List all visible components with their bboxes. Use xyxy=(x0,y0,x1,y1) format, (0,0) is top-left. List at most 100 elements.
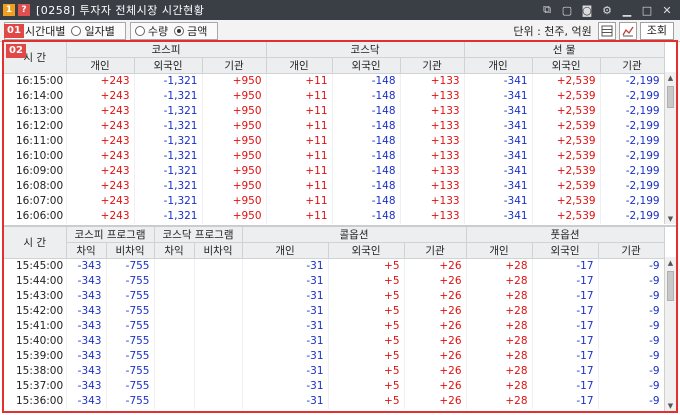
value-cell: +28 xyxy=(466,258,533,274)
kospi-header: 코스피 xyxy=(66,42,267,58)
radio-amt[interactable]: 금액 xyxy=(174,23,207,39)
table-row[interactable]: 15:39:00 -343 -755 -31 +5 +26 +28 -17 -9 xyxy=(4,348,665,364)
col-foreign: 외국인 xyxy=(134,57,203,74)
value-cell: -17 xyxy=(532,258,599,274)
table-row[interactable]: 16:09:00 +243 -1,321 +950 +11 -148 +133 -341 +2,… xyxy=(4,163,665,179)
table-row[interactable]: 15:42:00 -343 -755 -31 +5 +26 +28 -17 -9 xyxy=(4,303,665,319)
grid-view-icon[interactable] xyxy=(597,21,616,40)
close-icon[interactable]: ✕ xyxy=(660,3,674,17)
value-cell: -343 xyxy=(66,393,107,409)
table-row[interactable]: 15:45:00 -343 -755 -31 +5 +26 +28 -17 -9 xyxy=(4,258,665,274)
value-cell: +11 xyxy=(266,88,333,104)
table-row[interactable]: 16:13:00 +243 -1,321 +950 +11 -148 +133 -341 +2,… xyxy=(4,103,665,119)
value-cell: -17 xyxy=(532,348,599,364)
value-cell: -2,199 xyxy=(600,163,665,179)
table-row[interactable]: 15:36:00 -343 -755 -31 +5 +26 +28 -17 -9 xyxy=(4,393,665,409)
table-row[interactable]: 16:14:00 +243 -1,321 +950 +11 -148 +133 -341 +2,… xyxy=(4,88,665,104)
scroll-thumb[interactable] xyxy=(667,86,674,108)
value-cell: -9 xyxy=(598,273,665,289)
page-icon[interactable]: ▢ xyxy=(560,3,574,17)
table-row[interactable]: 16:07:00 +243 -1,321 +950 +11 -148 +133 -341 +2,… xyxy=(4,193,665,209)
program-options-table: 시 간 코스피 프로그램 코스닥 프로그램 콜옵션 풋옵션 차익 비차익 차익 … xyxy=(4,227,665,409)
data-frame: 02 시 간 코스피 코스닥 선 물 개인 외국인 기관 개인 외국인 기관 개… xyxy=(2,40,678,413)
value-cell: +950 xyxy=(202,163,267,179)
col-arbitrage: 차익 xyxy=(154,242,195,259)
table-row[interactable]: 15:37:00 -343 -755 -31 +5 +26 +28 -17 -9 xyxy=(4,378,665,394)
value-cell: -343 xyxy=(66,348,107,364)
value-cell: -31 xyxy=(242,333,329,349)
value-cell: -343 xyxy=(66,273,107,289)
value-cell: +950 xyxy=(202,73,267,89)
value-cell: +26 xyxy=(404,258,467,274)
time-header: 시 간 xyxy=(4,227,67,259)
top-scrollbar[interactable]: ▲ ▼ xyxy=(664,72,676,224)
table-row[interactable]: 16:06:00 +243 -1,321 +950 +11 -148 +133 -341 +2,… xyxy=(4,208,665,224)
screen-number-icon[interactable]: 1 xyxy=(3,4,15,16)
table-row[interactable]: 16:15:00 +243 -1,321 +950 +11 -148 +133 -341 +2,… xyxy=(4,73,665,89)
value-cell: -31 xyxy=(242,258,329,274)
col-individual: 개인 xyxy=(242,242,329,259)
value-cell: +133 xyxy=(400,133,465,149)
value-cell: -755 xyxy=(106,273,155,289)
value-cell: -2,199 xyxy=(600,208,665,224)
value-cell: -9 xyxy=(598,258,665,274)
scroll-up-icon[interactable]: ▲ xyxy=(665,72,676,83)
link-icon[interactable]: ⧉ xyxy=(540,3,554,17)
maximize-icon[interactable]: □ xyxy=(640,3,654,17)
camera-icon[interactable]: ◙ xyxy=(580,3,594,17)
value-cell: -2,199 xyxy=(600,178,665,194)
time-cell: 16:14:00 xyxy=(4,88,67,104)
value-cell: -755 xyxy=(106,363,155,379)
time-cell: 15:37:00 xyxy=(4,378,67,394)
value-cell: +28 xyxy=(466,363,533,379)
radio-qty[interactable]: 수량 xyxy=(134,23,168,39)
scroll-up-icon[interactable]: ▲ xyxy=(665,257,676,268)
value-cell: +5 xyxy=(328,303,405,319)
value-cell: -9 xyxy=(598,288,665,304)
value-cell: +26 xyxy=(404,363,467,379)
chart-view-icon[interactable] xyxy=(618,21,637,40)
value-cell: +133 xyxy=(400,148,465,164)
value-cell: -9 xyxy=(598,303,665,319)
col-non-arbitrage: 비차익 xyxy=(194,242,243,259)
minimize-icon[interactable]: ▁ xyxy=(620,3,634,17)
scroll-down-icon[interactable]: ▼ xyxy=(665,400,676,411)
value-cell: -343 xyxy=(66,288,107,304)
bottom-scrollbar[interactable]: ▲ ▼ xyxy=(664,257,676,411)
radio-day[interactable]: 일자별 xyxy=(71,23,115,39)
col-non-arbitrage: 비차익 xyxy=(106,242,155,259)
value-cell: -17 xyxy=(532,378,599,394)
value-cell: -9 xyxy=(598,318,665,334)
value-cell: -343 xyxy=(66,378,107,394)
value-cell xyxy=(154,333,195,349)
value-cell: -1,321 xyxy=(134,163,203,179)
value-cell: +28 xyxy=(466,303,533,319)
value-cell: -755 xyxy=(106,348,155,364)
value-cell: +133 xyxy=(400,118,465,134)
query-button[interactable]: 조회 xyxy=(639,21,674,40)
value-cell: +11 xyxy=(266,118,333,134)
settings-icon[interactable]: ⚙ xyxy=(600,3,614,17)
table-row[interactable]: 16:10:00 +243 -1,321 +950 +11 -148 +133 -341 +2,… xyxy=(4,148,665,164)
help-icon[interactable]: ? xyxy=(18,4,30,16)
value-cell: -9 xyxy=(598,393,665,409)
value-cell: -17 xyxy=(532,273,599,289)
table-row[interactable]: 16:12:00 +243 -1,321 +950 +11 -148 +133 -341 +2,… xyxy=(4,118,665,134)
col-institution: 기관 xyxy=(600,57,665,74)
value-cell: -31 xyxy=(242,348,329,364)
table-row[interactable]: 15:43:00 -343 -755 -31 +5 +26 +28 -17 -9 xyxy=(4,288,665,304)
table-row[interactable]: 16:11:00 +243 -1,321 +950 +11 -148 +133 -341 +2,… xyxy=(4,133,665,149)
table-row[interactable]: 15:41:00 -343 -755 -31 +5 +26 +28 -17 -9 xyxy=(4,318,665,334)
table-row[interactable]: 15:40:00 -343 -755 -31 +5 +26 +28 -17 -9 xyxy=(4,333,665,349)
table-row[interactable]: 15:44:00 -343 -755 -31 +5 +26 +28 -17 -9 xyxy=(4,273,665,289)
value-cell: +243 xyxy=(66,118,135,134)
unit-label: 단위 : 천주, 억원 xyxy=(513,24,592,38)
scroll-thumb[interactable] xyxy=(667,271,674,301)
value-cell: -148 xyxy=(332,178,401,194)
table-row[interactable]: 15:38:00 -343 -755 -31 +5 +26 +28 -17 -9 xyxy=(4,363,665,379)
value-cell: -31 xyxy=(242,363,329,379)
value-cell: -2,199 xyxy=(600,103,665,119)
value-cell: +2,539 xyxy=(532,118,601,134)
scroll-down-icon[interactable]: ▼ xyxy=(665,213,676,224)
table-row[interactable]: 16:08:00 +243 -1,321 +950 +11 -148 +133 -341 +2,… xyxy=(4,178,665,194)
